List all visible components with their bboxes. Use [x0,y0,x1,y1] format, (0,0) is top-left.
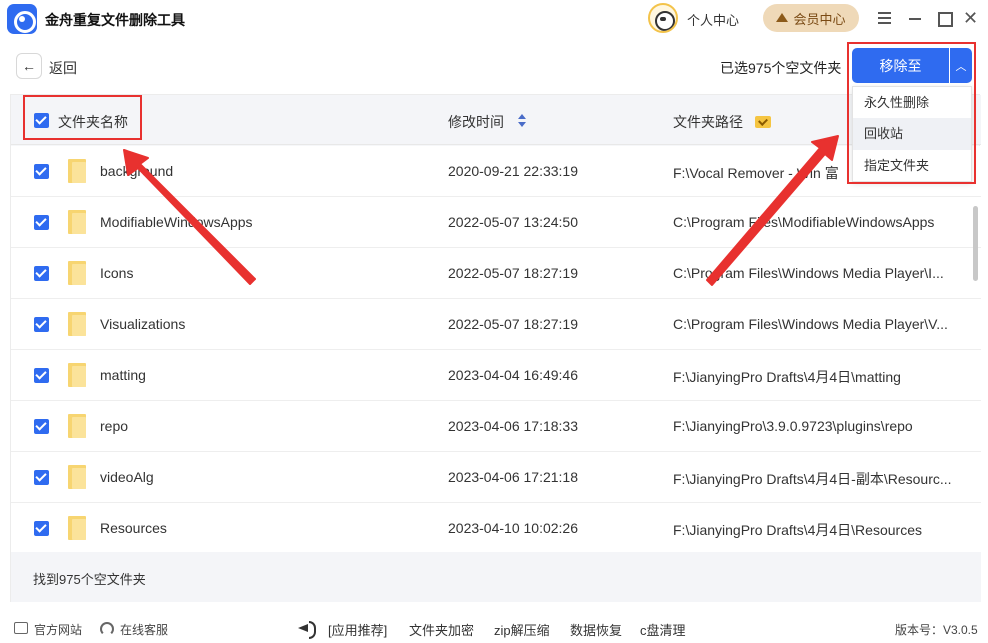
data-recovery-link[interactable]: 数据恢复 [570,620,622,639]
version-label: 版本号：V3.0.5 [895,623,978,637]
bottom-bar: 官方网站 在线客服 [应用推荐] 文件夹加密 zip解压缩 数据恢复 c盘清理 … [0,612,988,643]
annotation-arrows [123,135,839,286]
folder-encrypt-link[interactable]: 文件夹加密 [409,620,474,639]
online-support-link[interactable]: 在线客服 [120,621,168,638]
official-site-link[interactable]: 官方网站 [34,621,82,638]
website-icon [14,622,28,634]
zip-extract-link[interactable]: zip解压缩 [494,620,550,639]
c-drive-clean-link[interactable]: c盘清理 [640,620,686,639]
arrow-left-annotation [123,149,256,285]
megaphone-icon [298,621,316,639]
arrow-right-annotation [706,135,839,286]
headset-icon [100,622,114,636]
app-recommend-label: [应用推荐] [328,623,388,638]
